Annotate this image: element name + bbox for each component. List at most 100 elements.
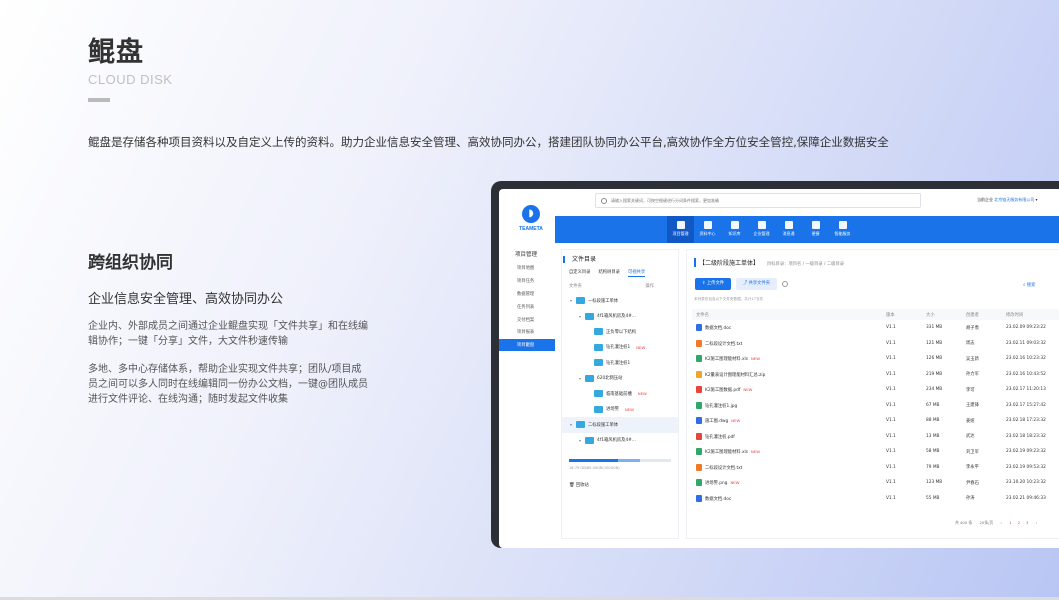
file-user: 孙力军 [966, 372, 979, 378]
page-number[interactable]: 2 [1018, 520, 1020, 525]
share-folder-button[interactable]: ⤴ 共享文件夹 [736, 278, 777, 290]
file-name-cell[interactable]: K2施工图理能材料.xls NEW [692, 444, 882, 460]
nav-label: 智能服务 [834, 231, 851, 236]
side-menu-item[interactable]: 数据管理 [499, 288, 555, 301]
file-name-cell[interactable]: 数据文档.doc [692, 320, 882, 336]
file-table: 文件名 版本 大小 创建者 修改时间 数据文档.doc V1.1 331 MB 胡子羡 23.0… [692, 309, 1059, 506]
info-icon[interactable] [782, 281, 788, 287]
file-name-cell[interactable]: 施工图.dwg NEW [692, 413, 882, 429]
file-type-icon [696, 370, 702, 378]
file-name-cell[interactable]: K2施工图数据.pdf NEW [692, 382, 882, 398]
tree-tab[interactable]: 结构树目录 [598, 269, 619, 277]
global-search[interactable] [595, 193, 921, 208]
company-switcher[interactable]: 当前企业 北京链天服务有限公司 ▾ [977, 197, 1038, 203]
page-number[interactable]: 3 [1026, 520, 1028, 525]
side-menu-item[interactable]: 项目任务 [499, 275, 555, 288]
recycle-bin[interactable]: 🗑 回收站 [569, 482, 589, 488]
folder-icon [585, 436, 594, 444]
nav-item-3[interactable]: 企业管理 [748, 216, 775, 243]
tree-node[interactable]: ▾ 一标段施工单体 [562, 293, 678, 309]
storage-text: 16.79 GB/80.00GB(1000GB) [569, 466, 620, 470]
tree-tab[interactable]: 自定义目录 [569, 269, 590, 277]
next-page-icon[interactable]: › [1036, 520, 1038, 525]
table-row[interactable]: 施工图.dwg NEW V1.1 88 MB 姜娅 23.02.18 17:23:32 [692, 413, 1059, 429]
nav-item-1[interactable]: 资料中心 [694, 216, 721, 243]
file-name-cell[interactable]: K2量表设计图理能材料汇总.zip [692, 367, 882, 383]
tree-node[interactable]: 临南基础前槽 NEW [562, 386, 678, 402]
table-row[interactable]: K2施工图理能材料.xls NEW V1.1 126 MB 吴玉新 23.02.16 10… [692, 351, 1059, 367]
side-menu-item[interactable]: 项目地图 [499, 262, 555, 275]
file-ver: V1.1 [886, 480, 896, 486]
column-header[interactable]: 版本 [882, 309, 922, 320]
file-name-cell[interactable]: 钻孔灌注桩.pdf [692, 429, 882, 445]
expand-icon[interactable]: ▾ [569, 422, 573, 427]
new-badge: NEW [730, 480, 740, 486]
side-menu-item[interactable]: 交付档案 [499, 313, 555, 326]
file-time: 23.02.11 09:03:32 [1006, 340, 1046, 346]
file-name-cell[interactable]: 数据文档.doc [692, 491, 882, 507]
table-row[interactable]: 二标段设计文档.txt V1.1 79 MB 李永平 23.02.19 09:53:32 [692, 460, 1059, 476]
file-size: 58 MB [926, 449, 940, 455]
side-menu-item[interactable]: 项目鲲盘 [499, 338, 555, 352]
expand-icon[interactable]: ▾ [578, 376, 582, 381]
tree-tab[interactable]: 可视共享 [627, 269, 646, 277]
expand-icon[interactable]: ▾ [578, 438, 582, 443]
table-row[interactable]: 钻孔灌注桩1.jpg V1.1 67 MB 王建锋 23.02.17 15:27:42 [692, 398, 1059, 414]
nav-label: 消息通 [782, 231, 795, 236]
side-menu-item[interactable]: 任务列表 [499, 300, 555, 313]
table-row[interactable]: 数据文档.doc V1.1 331 MB 胡子羡 23.02.09 09:23:22 [692, 320, 1059, 336]
file-name: 施工图.dwg [705, 419, 729, 425]
expand-icon[interactable]: ▾ [578, 314, 582, 319]
upload-button[interactable]: ⇪ 上传文件 [695, 278, 731, 290]
table-row[interactable]: 进场警.png NEW V1.1 123 MB 尹春石 23.10.20 10:23:32 [692, 475, 1059, 491]
file-name-cell[interactable]: 进场警.png NEW [692, 475, 882, 491]
file-name-cell[interactable]: 二标段设计文档.txt [692, 460, 882, 476]
new-badge: NEW [624, 406, 634, 412]
file-name-cell[interactable]: 钻孔灌注桩1.jpg [692, 398, 882, 414]
search-icon [601, 197, 607, 204]
nav-item-2[interactable]: 知识库 [721, 216, 748, 243]
nav-icon [811, 221, 820, 229]
col-folder: 文件夹 [569, 284, 582, 289]
file-user: 武达 [966, 434, 975, 440]
table-row[interactable]: 二标段设计文档.txt V1.1 121 MB 周志 23.02.11 09:03:32 [692, 336, 1059, 352]
tree-node[interactable]: ▾ 620北侧压站 [562, 371, 678, 387]
file-search-button[interactable]: ⌕ 搜索 [1023, 282, 1035, 288]
tree-node[interactable]: 进场警 NEW [562, 402, 678, 418]
page-size-select[interactable]: 20条/页 [979, 520, 993, 526]
tree-node[interactable]: 钻孔灌注桩1 NEW [562, 340, 678, 356]
file-ver: V1.1 [886, 402, 896, 408]
nav-item-0[interactable]: 项目管理 [667, 216, 694, 243]
nav-label: 企业管理 [753, 231, 770, 236]
tree-node[interactable]: ▾ 4f1箱风机房及4#... [562, 433, 678, 449]
prev-page-icon[interactable]: ‹ [1000, 520, 1002, 525]
column-header[interactable]: 文件名 [692, 309, 882, 320]
column-header[interactable]: 修改时间 [1002, 309, 1059, 320]
side-menu-item[interactable]: 项目报表 [499, 326, 555, 339]
table-row[interactable]: K2量表设计图理能材料汇总.zip V1.1 219 MB 孙力军 23.02.16 1… [692, 367, 1059, 383]
file-ver: V1.1 [886, 433, 896, 439]
table-row[interactable]: 钻孔灌注桩.pdf V1.1 13 MB 武达 23.02.18 18:23:32 [692, 429, 1059, 445]
tree-node-label: 4f1箱风机房及4#... [597, 438, 636, 444]
page-number[interactable]: 1 [1009, 520, 1011, 525]
global-search-input[interactable] [611, 198, 901, 203]
nav-item-6[interactable]: 智能服务 [829, 216, 856, 243]
file-name-cell[interactable]: 二标段设计文档.txt [692, 336, 882, 352]
table-row[interactable]: 数据文档.doc V1.1 55 MB 孙涛 23.02.21 09:46:33 [692, 491, 1059, 507]
file-name-cell[interactable]: K2施工图理能材料.xls NEW [692, 351, 882, 367]
table-row[interactable]: K2施工图理能材料.xls NEW V1.1 58 MB 刘卫军 23.02.19 09:… [692, 444, 1059, 460]
nav-item-4[interactable]: 消息通 [775, 216, 802, 243]
table-row[interactable]: K2施工图数据.pdf NEW V1.1 234 MB 李可 23.02.17 11:20… [692, 382, 1059, 398]
main-nav: 项目管理 资料中心 知识库 企业管理 消息通 便捷 智能服务 [555, 216, 1059, 243]
column-header[interactable]: 创建者 [962, 309, 1002, 320]
tree-node[interactable]: 正负零以下结构 [562, 324, 678, 340]
nav-label: 知识库 [728, 231, 741, 236]
file-ver: V1.1 [886, 464, 896, 470]
folder-icon [594, 343, 603, 351]
expand-icon[interactable]: ▾ [569, 298, 573, 303]
tree-node[interactable]: ▾ 二标段施工单体 [562, 417, 678, 433]
column-header[interactable]: 大小 [922, 309, 962, 320]
nav-item-5[interactable]: 便捷 [802, 216, 829, 243]
tree-node[interactable]: 钻孔灌注桩1 [562, 355, 678, 371]
tree-node[interactable]: ▾ 4f1箱风机房及4#... [562, 309, 678, 325]
